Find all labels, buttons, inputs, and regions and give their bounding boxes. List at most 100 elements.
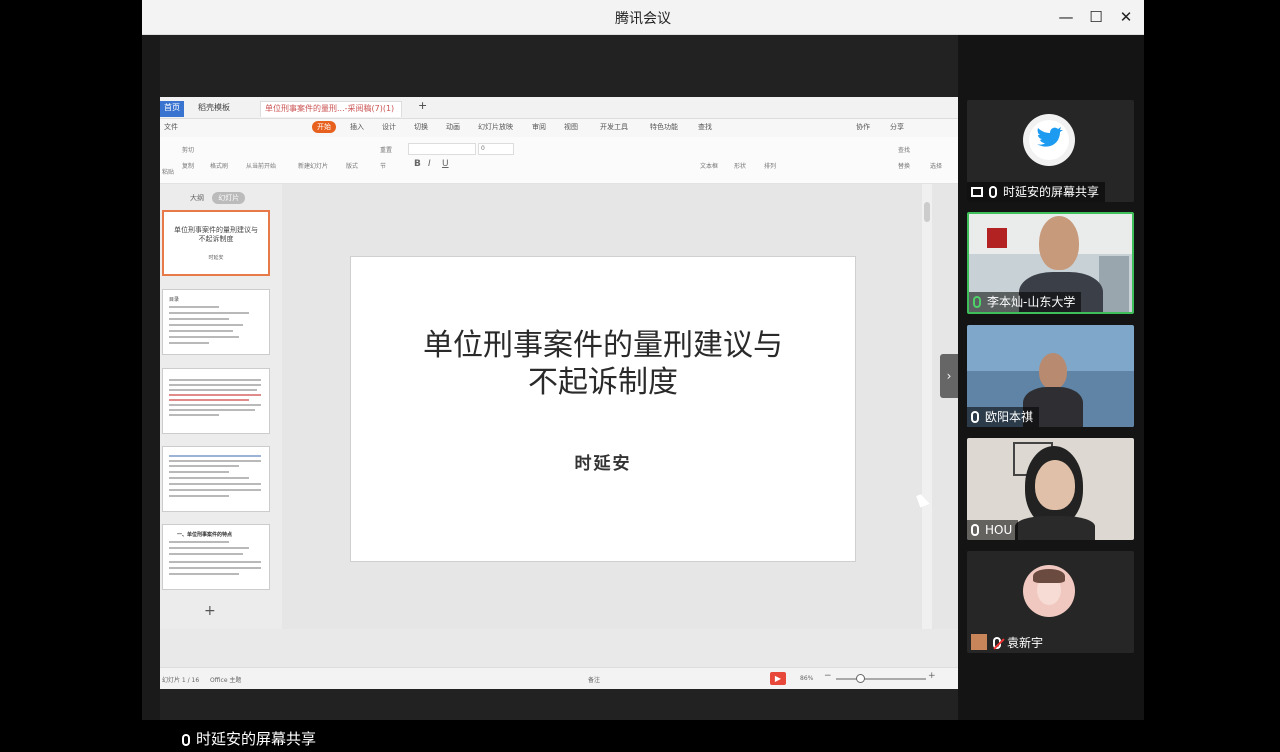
menu-insert[interactable]: 插入: [350, 122, 364, 132]
thumb-heading: 目录: [169, 297, 180, 303]
zoom-slider-knob[interactable]: [856, 674, 865, 683]
slide-thumbnail-4[interactable]: [162, 446, 270, 512]
current-slide[interactable]: 单位刑事案件的量刑建议与 不起诉制度 时延安: [350, 256, 856, 562]
university-logo: [987, 228, 1007, 248]
participant-name: 袁新宇: [967, 633, 1049, 653]
menu-animations[interactable]: 动画: [446, 122, 460, 132]
participant-tile[interactable]: 时延安的屏幕共享: [967, 100, 1134, 202]
menu-developer[interactable]: 开发工具: [600, 122, 628, 132]
bold-button[interactable]: B: [414, 159, 421, 169]
menu-review[interactable]: 审阅: [532, 122, 546, 132]
participant-name: 时延安的屏幕共享: [967, 182, 1106, 202]
participant-tile[interactable]: HOU: [967, 438, 1134, 540]
zoom-out-button[interactable]: −: [824, 671, 832, 681]
video-person: [1039, 353, 1067, 389]
thumb-title: 单位刑事案件的量刑建议与不起诉制度: [174, 226, 258, 243]
screen-share-icon: [971, 187, 983, 197]
participant-tile[interactable]: 李本灿-山东大学: [967, 212, 1134, 314]
select-button[interactable]: 选择: [930, 161, 942, 170]
meeting-window: 腾讯会议 — ☐ ✕ 首页 稻壳模板 单位刑事案件的量刑...-采阅稿(7)(1…: [142, 0, 1144, 752]
tab-home[interactable]: 首页: [160, 101, 184, 117]
menu-design[interactable]: 设计: [382, 122, 396, 132]
slide-thumbnail-5[interactable]: 一、单位刑事案件的特点: [162, 524, 270, 590]
page-indicator: 幻灯片 1 / 16: [162, 677, 200, 684]
maximize-button[interactable]: ☐: [1084, 6, 1108, 28]
cut-button[interactable]: 剪切: [182, 145, 194, 154]
paste-button[interactable]: 粘贴: [162, 167, 174, 176]
underline-button[interactable]: U: [442, 159, 449, 169]
mic-icon: [971, 411, 979, 423]
zoom-in-button[interactable]: +: [928, 671, 936, 681]
share-button[interactable]: 分享: [890, 122, 904, 132]
thumb-heading: 一、单位刑事案件的特点: [177, 532, 233, 538]
slide-author: 时延安: [574, 454, 632, 474]
slide-canvas: 单位刑事案件的量刑建议与 不起诉制度 时延安 ›: [282, 184, 958, 629]
participant-tile[interactable]: 袁新宇: [967, 551, 1134, 653]
mic-muted-icon: [993, 637, 1001, 649]
menu-search[interactable]: 查找: [698, 122, 712, 132]
menu-view[interactable]: 视图: [564, 122, 578, 132]
mic-icon: [973, 296, 981, 308]
new-tab-button[interactable]: +: [414, 99, 431, 115]
format-painter-button[interactable]: 格式刷: [210, 161, 228, 170]
menu-slideshow[interactable]: 幻灯片放映: [478, 122, 513, 132]
minimize-button[interactable]: —: [1054, 6, 1078, 28]
avatar: [1023, 565, 1075, 617]
tab-slides[interactable]: 幻灯片: [212, 192, 246, 204]
participant-name: HOU: [967, 520, 1019, 540]
wps-ribbon: 粘贴 剪切 复制 格式刷 从当前开始 新建幻灯片 版式 重置 节 0 B I U…: [160, 137, 958, 184]
menu-transitions[interactable]: 切换: [414, 122, 428, 132]
slide-thumbnail-3[interactable]: [162, 368, 270, 434]
slide-thumbnail-1[interactable]: 单位刑事案件的量刑建议与不起诉制度 时延安: [162, 210, 270, 276]
status-bar: 幻灯片 1 / 16 Office 主题 备注 ▶ 86% − +: [160, 667, 958, 689]
find-button[interactable]: 查找: [898, 145, 910, 154]
slide-title-line-1: 单位刑事案件的量刑建议与: [423, 328, 783, 363]
tab-document[interactable]: 单位刑事案件的量刑...-采阅稿(7)(1): [260, 101, 402, 117]
wps-tab-bar: 首页 稻壳模板 单位刑事案件的量刑...-采阅稿(7)(1) +: [160, 97, 958, 119]
add-slide-button[interactable]: +: [204, 603, 216, 619]
side-panel-toggle-icon[interactable]: ›: [940, 354, 958, 398]
font-family-select[interactable]: [408, 143, 476, 155]
small-avatar: [971, 634, 987, 650]
menu-home[interactable]: 开始: [312, 121, 336, 133]
avatar: [1023, 114, 1075, 166]
section-button[interactable]: 节: [380, 161, 386, 170]
participant-list: 时延安的屏幕共享 李本灿-山东大学 欧阳本祺 HOU 袁新宇: [958, 35, 1144, 720]
menu-features[interactable]: 特色功能: [650, 122, 678, 132]
tab-templates[interactable]: 稻壳模板: [194, 101, 234, 117]
mic-icon: [989, 186, 997, 198]
play-icon[interactable]: ▶: [770, 672, 786, 685]
arrange-button[interactable]: 排列: [764, 161, 776, 170]
view-tabs: 大纲 幻灯片: [184, 192, 246, 204]
mic-icon: [971, 524, 979, 536]
play-from-current-button[interactable]: 从当前开始: [246, 161, 276, 170]
textbox-button[interactable]: 文本框: [700, 161, 718, 170]
vertical-scrollbar[interactable]: [922, 184, 932, 629]
layout-button[interactable]: 版式: [346, 161, 358, 170]
copy-button[interactable]: 复制: [182, 161, 194, 170]
twitter-bird-icon: [1029, 120, 1069, 160]
screen-share-area: 首页 稻壳模板 单位刑事案件的量刑...-采阅稿(7)(1) + 文件 开始 插…: [160, 35, 958, 752]
zoom-level: 86%: [800, 675, 814, 682]
tab-outline[interactable]: 大纲: [184, 192, 210, 204]
zoom-slider[interactable]: [836, 678, 926, 680]
scrollbar-thumb[interactable]: [924, 202, 930, 222]
participant-name: 欧阳本祺: [967, 407, 1040, 427]
slide-thumbnail-2[interactable]: 目录: [162, 289, 270, 355]
new-slide-button[interactable]: 新建幻灯片: [298, 161, 328, 170]
participant-tile[interactable]: 欧阳本祺: [967, 325, 1134, 427]
replace-button[interactable]: 替换: [898, 161, 910, 170]
participant-name: 李本灿-山东大学: [969, 292, 1082, 312]
title-bar: 腾讯会议 — ☐ ✕: [142, 0, 1144, 35]
collaborate-button[interactable]: 协作: [856, 122, 870, 132]
close-button[interactable]: ✕: [1114, 6, 1138, 28]
reset-button[interactable]: 重置: [380, 145, 392, 154]
italic-button[interactable]: I: [428, 159, 431, 169]
wps-presentation-app: 首页 稻壳模板 单位刑事案件的量刑...-采阅稿(7)(1) + 文件 开始 插…: [160, 97, 958, 689]
notes-button[interactable]: 备注: [588, 675, 600, 684]
menu-file[interactable]: 文件: [164, 122, 178, 132]
slide-thumbnail-pane: 大纲 幻灯片 单位刑事案件的量刑建议与不起诉制度 时延安 目录 一、单位刑事案件…: [160, 184, 282, 629]
font-size-select[interactable]: 0: [478, 143, 514, 155]
slide-title: 单位刑事案件的量刑建议与 不起诉制度: [351, 327, 855, 401]
shape-button[interactable]: 形状: [734, 161, 746, 170]
